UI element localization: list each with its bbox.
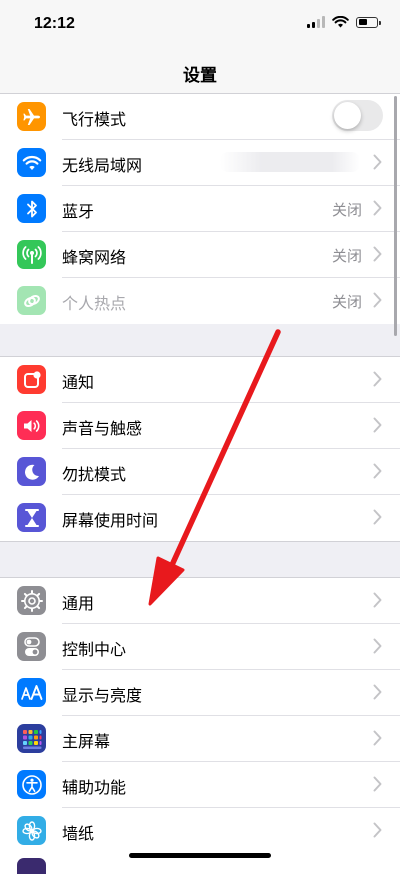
settings-row-airplane-mode: 飞行模式 — [0, 94, 400, 140]
navigation-bar: 设置 — [0, 50, 400, 94]
control-center-label: 控制中心 — [62, 640, 127, 659]
sounds-haptics-label: 声音与触感 — [62, 419, 143, 438]
chevron-right-icon — [373, 638, 382, 654]
bluetooth-status-value: 关闭 — [331, 201, 362, 219]
chevron-right-icon — [373, 730, 382, 746]
chevron-right-icon — [373, 292, 382, 308]
do-not-disturb-label: 勿扰模式 — [62, 465, 127, 484]
screen-time-label: 屏幕使用时间 — [62, 511, 159, 530]
hourglass-icon — [17, 503, 46, 532]
display-brightness-label: 显示与亮度 — [62, 686, 143, 705]
general-label: 通用 — [62, 594, 95, 613]
page-title: 设置 — [183, 66, 217, 86]
toggle-knob — [334, 102, 361, 129]
settings-row-general[interactable]: 通用 — [0, 578, 400, 624]
bluetooth-icon — [17, 194, 46, 223]
notifications-label: 通知 — [62, 373, 95, 392]
personal-hotspot-status-value: 关闭 — [331, 293, 362, 311]
settings-row-accessibility[interactable]: 辅助功能 — [0, 762, 400, 808]
moon-icon — [17, 457, 46, 486]
settings-row-notifications[interactable]: 通知 — [0, 357, 400, 403]
airplane-icon — [17, 102, 46, 131]
settings-group-connectivity: 飞行模式 无线局域网 蓝牙 关闭 蜂窝网络 关闭 个人热点 关闭 — [0, 94, 400, 324]
settings-row-do-not-disturb[interactable]: 勿扰模式 — [0, 449, 400, 495]
personal-hotspot-label: 个人热点 — [62, 294, 127, 313]
status-bar: 12:12 — [0, 0, 400, 50]
chevron-right-icon — [373, 154, 382, 170]
settings-row-personal-hotspot[interactable]: 个人热点 关闭 — [0, 278, 400, 324]
chevron-right-icon — [373, 371, 382, 387]
cellular-signal-icon — [307, 16, 325, 28]
chevron-right-icon — [373, 200, 382, 216]
cellular-status-value: 关闭 — [331, 247, 362, 265]
chevron-right-icon — [373, 684, 382, 700]
link-chain-icon — [17, 286, 46, 315]
siri-icon — [17, 858, 46, 874]
accessibility-label: 辅助功能 — [62, 778, 127, 797]
bluetooth-label: 蓝牙 — [62, 202, 95, 221]
antenna-icon — [17, 240, 46, 269]
text-size-icon — [17, 678, 46, 707]
settings-row-bluetooth[interactable]: 蓝牙 关闭 — [0, 186, 400, 232]
settings-row-control-center[interactable]: 控制中心 — [0, 624, 400, 670]
chevron-right-icon — [373, 592, 382, 608]
settings-group-general: 通用 控制中心 显示与亮度 主屏幕 辅助功能 墙纸 — [0, 577, 400, 874]
wifi-status-icon — [332, 16, 349, 28]
chevron-right-icon — [373, 822, 382, 838]
cellular-label: 蜂窝网络 — [62, 248, 127, 267]
accessibility-icon — [17, 770, 46, 799]
chevron-right-icon — [373, 463, 382, 479]
wifi-icon — [17, 148, 46, 177]
battery-icon — [356, 16, 381, 28]
airplane-mode-toggle[interactable] — [332, 100, 383, 131]
settings-row-sounds[interactable]: 声音与触感 — [0, 403, 400, 449]
home-screen-label: 主屏幕 — [62, 732, 111, 751]
airplane-mode-label: 飞行模式 — [62, 110, 127, 129]
status-time: 12:12 — [34, 15, 75, 32]
wifi-label: 无线局域网 — [62, 156, 143, 175]
settings-group-notifications: 通知 声音与触感 勿扰模式 屏幕使用时间 — [0, 356, 400, 542]
chevron-right-icon — [373, 417, 382, 433]
status-icons — [307, 16, 381, 28]
home-indicator[interactable] — [129, 853, 271, 858]
settings-row-screen-time[interactable]: 屏幕使用时间 — [0, 495, 400, 541]
settings-row-wallpaper[interactable]: 墙纸 — [0, 808, 400, 854]
chevron-right-icon — [373, 509, 382, 525]
settings-row-wifi[interactable]: 无线局域网 — [0, 140, 400, 186]
settings-row-cellular[interactable]: 蜂窝网络 关闭 — [0, 232, 400, 278]
flower-icon — [17, 816, 46, 845]
chevron-right-icon — [373, 246, 382, 262]
toggles-icon — [17, 632, 46, 661]
settings-row-home-screen[interactable]: 主屏幕 — [0, 716, 400, 762]
speaker-icon — [17, 411, 46, 440]
wallpaper-label: 墙纸 — [62, 824, 95, 843]
gear-icon — [17, 586, 46, 615]
redacted-network-name — [220, 152, 360, 172]
app-grid-icon — [17, 724, 46, 753]
scroll-indicator — [394, 96, 397, 336]
chevron-right-icon — [373, 776, 382, 792]
notification-badge-icon — [17, 365, 46, 394]
settings-row-display-brightness[interactable]: 显示与亮度 — [0, 670, 400, 716]
